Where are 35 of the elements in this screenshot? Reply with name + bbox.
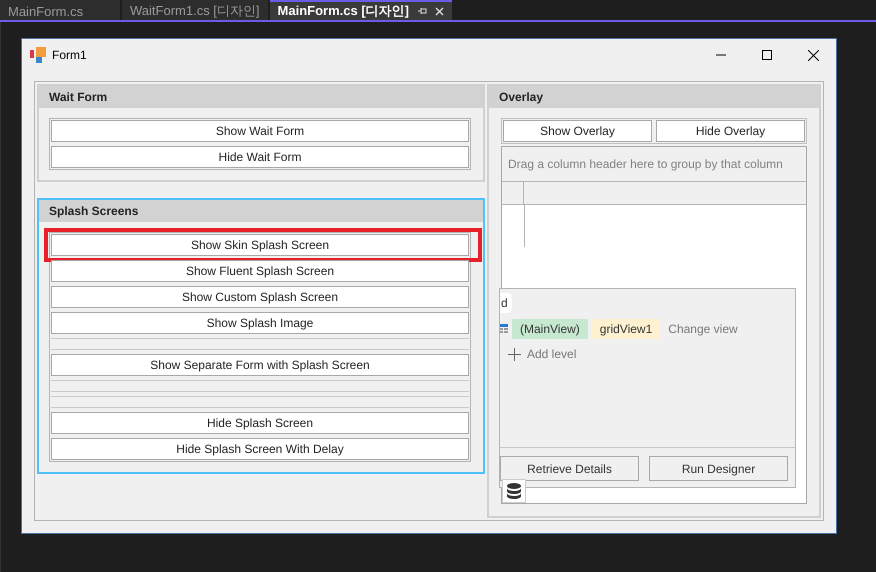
pin-icon[interactable]: [417, 7, 427, 15]
designer-button[interactable]: Retrieve Details: [500, 456, 639, 481]
splash-button[interactable]: Show Splash Image: [51, 312, 469, 334]
group-header: Wait Form: [39, 86, 483, 108]
change-view-link[interactable]: Change view: [664, 322, 738, 336]
splash-button[interactable]: Hide Splash Screen With Delay: [51, 438, 469, 460]
document-tab[interactable]: MainForm.cs: [0, 0, 120, 20]
plus-icon: [508, 348, 521, 360]
group-header: Overlay: [489, 86, 819, 108]
maximize-icon: [762, 50, 772, 60]
level-tab[interactable]: d: [500, 293, 512, 313]
splash-button[interactable]: Show Separate Form with Splash Screen: [51, 354, 469, 376]
app-logo-icon: [30, 47, 46, 63]
wait-form-button[interactable]: Hide Wait Form: [51, 146, 469, 168]
add-level-button[interactable]: Add level: [508, 347, 576, 361]
designer-button[interactable]: Run Designer: [649, 456, 788, 481]
level-chip[interactable]: gridView1: [592, 319, 660, 339]
overlay-button[interactable]: Hide Overlay: [656, 120, 805, 142]
document-tab[interactable]: WaitForm1.cs [디자인]: [122, 0, 268, 20]
level-chip[interactable]: (MainView): [512, 319, 588, 339]
close-icon[interactable]: [435, 6, 444, 16]
splash-button[interactable]: Hide Splash Screen: [51, 412, 469, 434]
group-panel-hint: Drag a column header here to group by that column: [502, 147, 806, 182]
overlay-button[interactable]: Show Overlay: [503, 120, 652, 142]
splash-button[interactable]: Show Fluent Splash Screen: [51, 260, 469, 282]
group-header: Splash Screens: [39, 200, 483, 222]
database-button[interactable]: [502, 479, 526, 503]
grid-icon: [500, 324, 508, 334]
close-icon: [808, 50, 818, 60]
splash-button[interactable]: Show Custom Splash Screen: [51, 286, 469, 308]
document-tab[interactable]: MainForm.cs [디자인]: [270, 0, 452, 20]
database-icon: [507, 483, 521, 499]
splash-button[interactable]: Show Skin Splash Screen: [51, 234, 469, 256]
window-title: Form1: [52, 48, 88, 62]
wait-form-button[interactable]: Show Wait Form: [51, 120, 469, 142]
